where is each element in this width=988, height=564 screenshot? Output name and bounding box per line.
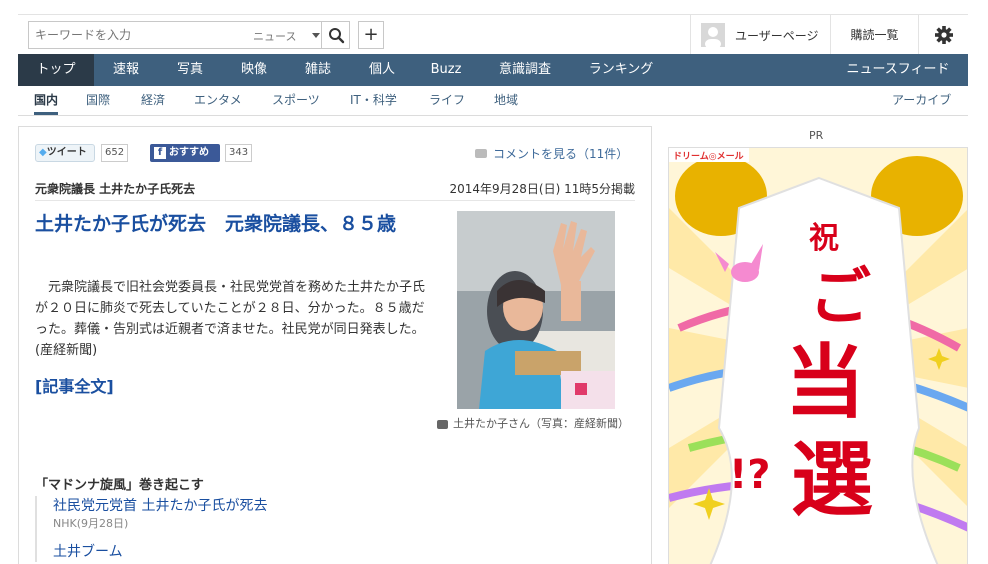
settings-button[interactable] (918, 15, 968, 55)
tweet-count: 652 (101, 144, 129, 162)
tweet-label: ツイート (46, 147, 87, 158)
ad-text-shuku: 祝 (809, 221, 839, 256)
search-button[interactable] (321, 22, 350, 48)
camera-icon (437, 419, 448, 429)
nav-survey[interactable]: 意識調査 (492, 54, 558, 86)
chevron-down-icon[interactable] (312, 33, 320, 38)
related-links: 社民党元党首 土井たか子氏が死去 NHK(9月28日) 土井ブーム (35, 496, 435, 562)
comments-link[interactable]: コメントを見る（11件） (475, 145, 628, 162)
article-body: 元衆院議長で旧社会党委員長・社民党党首を務めた土井たか子氏が２０日に肺炎で死去し… (35, 280, 426, 358)
nav-ranking[interactable]: ランキング (580, 54, 662, 86)
gear-icon (935, 26, 953, 44)
nav-photos[interactable]: 写真 (164, 54, 216, 86)
ad-mark: !? (729, 452, 770, 498)
tweet-button[interactable]: ◆ツイート (35, 144, 95, 162)
related-source: NHK(9月28日) (53, 517, 129, 530)
search-box: ニュース (28, 21, 350, 49)
subnav-economy[interactable]: 経済 (141, 86, 165, 115)
subnav-region[interactable]: 地域 (494, 86, 518, 115)
nav-video[interactable]: 映像 (228, 54, 280, 86)
comment-icon (475, 149, 487, 158)
article-panel: ◆ツイート 652 f おすすめ 343 コメントを見る（11件） 元衆院議長 土… (18, 126, 652, 564)
facebook-recommend-button[interactable]: f おすすめ (150, 144, 220, 162)
ad-text-go: ご (809, 260, 871, 333)
sub-nav: 国内 国際 経済 エンタメ スポーツ IT・科学 ライフ 地域 アーカイブ (18, 86, 968, 116)
facebook-count: 343 (225, 144, 253, 162)
user-page-link[interactable]: ユーザーページ (690, 15, 830, 55)
top-bar: ニュース + ユーザーページ 購読一覧 (18, 14, 968, 55)
comments-label: コメントを見る（11件） (493, 147, 629, 161)
avatar (701, 23, 725, 47)
nav-magazines[interactable]: 雑誌 (292, 54, 344, 86)
divider (35, 200, 635, 201)
article-date: 2014年9月28日(日) 11時5分掲載 (449, 182, 635, 196)
ad-text-sen: 選 (791, 433, 873, 528)
search-icon (329, 28, 345, 44)
full-article-link[interactable]: [記事全文] (35, 373, 114, 397)
subnav-life[interactable]: ライフ (429, 86, 465, 115)
main-nav: トップ 速報 写真 映像 雑誌 個人 Buzz 意識調査 ランキング ニュースフ… (18, 54, 968, 86)
search-category-select[interactable]: ニュース (253, 28, 296, 44)
related-link[interactable]: 土井ブーム (53, 542, 435, 562)
photo-caption: 土井たか子さん（写真：産経新聞） (437, 416, 637, 431)
pr-label: PR (809, 129, 824, 142)
nav-individual[interactable]: 個人 (356, 54, 408, 86)
bird-icon: ◆ (39, 147, 47, 158)
subnav-it-science[interactable]: IT・科学 (350, 86, 397, 115)
article-photo[interactable] (457, 211, 615, 409)
subnav-archive[interactable]: アーカイブ (892, 86, 951, 115)
related-heading: 「マドンナ旋風」巻き起こす (35, 478, 204, 493)
subscriptions-link[interactable]: 購読一覧 (830, 15, 918, 55)
add-button[interactable]: + (358, 21, 384, 49)
nav-breaking[interactable]: 速報 (100, 54, 152, 86)
nav-news-feed[interactable]: ニュースフィード (838, 54, 958, 86)
user-page-label: ユーザーページ (735, 29, 819, 43)
related-link[interactable]: 社民党元党首 土井たか子氏が死去 (53, 496, 435, 516)
subnav-domestic[interactable]: 国内 (34, 86, 59, 115)
subnav-sports[interactable]: スポーツ (272, 86, 320, 115)
subnav-entertainment[interactable]: エンタメ (194, 86, 242, 115)
ad-text-to: 当 (785, 336, 865, 429)
subnav-international[interactable]: 国際 (86, 86, 110, 115)
caption-text: 土井たか子さん（写真：産経新聞） (453, 417, 629, 430)
search-input[interactable] (29, 22, 249, 48)
facebook-label: おすすめ (169, 147, 209, 158)
article-category: 元衆院議長 土井たか子氏死去 (35, 182, 196, 196)
facebook-icon: f (154, 147, 166, 159)
article-headline[interactable]: 土井たか子氏が死去 元衆院議長、８５歳 (35, 211, 415, 237)
advertisement[interactable]: ドリーム◎メール 祝 ご 当 選 !? (668, 147, 968, 564)
nav-buzz[interactable]: Buzz (420, 54, 472, 86)
ad-brand: ドリーム◎メール (673, 151, 744, 162)
nav-top[interactable]: トップ (18, 54, 94, 86)
